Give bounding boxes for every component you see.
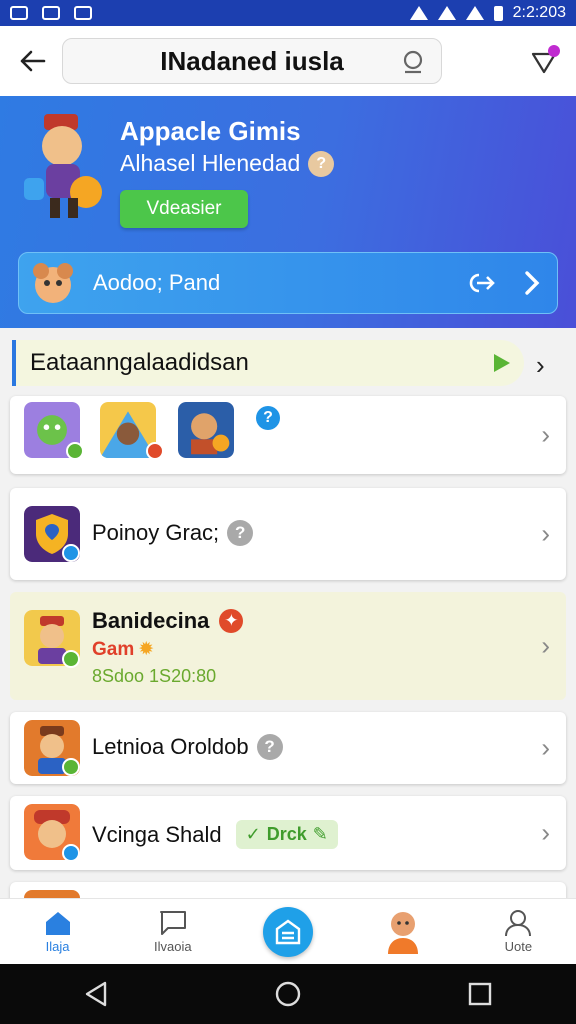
list-item[interactable]: Poinoy Grac; ? ›	[10, 488, 566, 580]
featured-list-item[interactable]: Banidecina ✦ Gam ✹ 8Sdoo 1S20:80 ›	[10, 592, 566, 700]
clock: 2:2:203	[512, 4, 566, 21]
list-item-text: Poinoy Grac;	[92, 520, 220, 545]
item-badge	[62, 544, 80, 562]
featured-meta: 8Sdoo 1S20:80	[92, 666, 217, 686]
list-item[interactable]: Vcinga Shald ✓ Drck ✎ ›	[10, 796, 566, 870]
info-icon[interactable]: ?	[256, 406, 280, 430]
hero-featured-card[interactable]: Aodoo; Pand	[18, 252, 558, 314]
notification-badge	[548, 45, 560, 57]
help-icon[interactable]: ?	[227, 520, 254, 546]
app-header: INadaned iusla	[0, 26, 576, 96]
status-tag: ✓ Drck ✎	[235, 820, 338, 849]
center-action-icon	[263, 906, 313, 957]
search-icon[interactable]	[399, 48, 427, 76]
nav-home-label: Ilaja	[45, 939, 70, 954]
section-header[interactable]: Eataanngalaadidsan	[12, 340, 524, 386]
item-badge	[62, 844, 80, 862]
back-triangle-icon[interactable]	[83, 980, 109, 1008]
item-badge	[62, 650, 80, 668]
hero-subtitle: Alhasel Hlenedad ?	[120, 150, 335, 177]
signal-icon	[465, 6, 484, 20]
home-circle-icon[interactable]	[274, 980, 302, 1008]
section-chevron-right-icon[interactable]: ›	[536, 350, 545, 381]
back-button[interactable]	[14, 43, 50, 79]
game-badge-1	[66, 442, 84, 460]
person-icon	[505, 910, 532, 937]
chevron-right-icon[interactable]: ›	[541, 420, 550, 451]
list-item-text: Letnioa Oroldob	[92, 734, 249, 759]
hero-title: Appacle Gimis	[120, 116, 301, 146]
battery-icon	[493, 5, 503, 21]
nav-messages[interactable]: Ilvaoia	[115, 899, 230, 964]
home-icon	[45, 912, 70, 935]
nav-account-label: Uote	[504, 939, 533, 954]
share-icon[interactable]	[465, 270, 497, 296]
chevron-right-icon[interactable]: ›	[541, 733, 550, 764]
list-item-label: Letnioa Oroldob ?	[92, 734, 283, 760]
hero-card-label: Aodoo; Pand	[93, 270, 221, 295]
recents-square-icon[interactable]	[467, 981, 493, 1007]
chevron-right-icon[interactable]	[523, 270, 541, 296]
app-notification-icon	[74, 6, 92, 20]
search-input[interactable]: INadaned iusla	[62, 38, 442, 84]
item-badge	[62, 758, 80, 776]
status-tag-text: Drck	[266, 824, 307, 844]
list-item-label: Poinoy Grac; ?	[92, 520, 254, 546]
chevron-right-icon[interactable]: ›	[541, 818, 550, 849]
play-icon	[494, 354, 510, 372]
nav-messages-label: Ilvaoia	[154, 939, 192, 954]
featured-title-text: Banidecina	[92, 608, 210, 633]
chat-icon	[159, 911, 186, 935]
status-bar: 2:2:203	[0, 0, 576, 26]
nav-profile-avatar[interactable]	[346, 899, 461, 964]
nav-home[interactable]: Ilaja	[0, 899, 115, 964]
game-thumbnail-3[interactable]	[178, 402, 234, 458]
search-text: INadaned iusla	[160, 45, 344, 76]
message-icon	[42, 6, 60, 20]
game-character-icon	[24, 114, 102, 218]
hero-subtitle-text: Alhasel Hlenedad	[120, 150, 301, 176]
section-title: Eataanngalaadidsan	[30, 349, 249, 376]
chevron-right-icon[interactable]: ›	[541, 519, 550, 550]
nav-center-action[interactable]	[230, 899, 345, 964]
sun-icon: ✹	[138, 639, 155, 660]
wifi-icon	[437, 6, 456, 20]
system-navigation-bar	[0, 964, 576, 1024]
location-icon	[409, 6, 428, 20]
arrow-left-icon	[20, 50, 46, 72]
featured-subtitle: Gam ✹	[92, 638, 154, 661]
nav-account[interactable]: Uote	[461, 899, 576, 964]
list-item[interactable]: Letnioa Oroldob ? ›	[10, 712, 566, 784]
featured-subtitle-text: Gam	[92, 638, 135, 660]
hero-banner: Appacle Gimis Alhasel Hlenedad ? Vdeasie…	[0, 96, 576, 328]
check-icon: ✓	[245, 824, 261, 844]
leaf-icon: ✎	[312, 824, 328, 844]
notifications-button[interactable]	[526, 43, 562, 79]
notification-icon	[10, 6, 28, 20]
games-carousel-card[interactable]: ? ›	[10, 396, 566, 474]
featured-title: Banidecina ✦	[92, 608, 244, 634]
list-item-label: Vcinga Shald ✓ Drck ✎	[92, 820, 338, 849]
hero-action-button[interactable]: Vdeasier	[120, 190, 248, 228]
status-icon: ✦	[219, 609, 244, 633]
pet-avatar-icon	[33, 263, 73, 303]
game-badge-2	[146, 442, 164, 460]
list-item-text: Vcinga Shald	[92, 821, 222, 847]
help-icon[interactable]: ?	[308, 150, 335, 177]
help-icon[interactable]: ?	[256, 734, 283, 760]
bottom-navigation: Ilaja Ilvaoia Uote	[0, 898, 576, 964]
chevron-right-icon[interactable]: ›	[541, 631, 550, 662]
profile-avatar-icon	[388, 911, 419, 954]
